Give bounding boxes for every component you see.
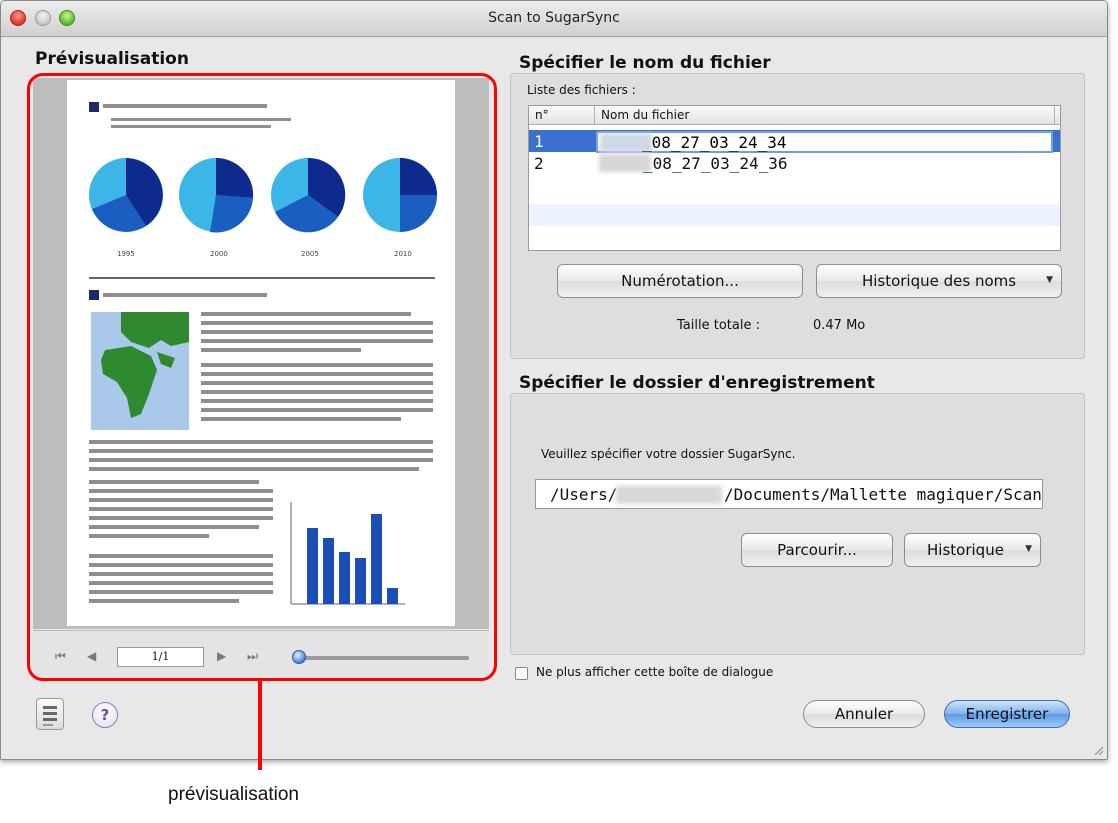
preview-section-title: Prévisualisation (35, 49, 189, 69)
folder-history-label: Historique (927, 541, 1004, 559)
file-list-table[interactable]: n° Nom du fichier 1 _08_27_03_24_34 2 _0… (528, 105, 1061, 251)
path-start: /Users/ (550, 485, 618, 504)
file-row-2-number: 2 (534, 154, 544, 173)
preview-callout-frame (27, 73, 497, 681)
browse-button[interactable]: Parcourir... (741, 533, 893, 567)
dont-show-again-checkbox[interactable] (515, 667, 528, 680)
file-row-2-name: _08_27_03_24_36 (643, 154, 788, 173)
chevron-down-icon: ▼ (1025, 544, 1032, 554)
total-size-label: Taille totale : (677, 318, 760, 333)
dialog-window: Scan to SugarSync Prévisualisation 1995 … (0, 0, 1108, 760)
path-end: /Documents/Mallette magiquer/ScanS (724, 485, 1043, 504)
window-title: Scan to SugarSync (488, 10, 620, 26)
total-size-value: 0.47 Mo (813, 318, 866, 333)
column-number-header[interactable]: n° (535, 108, 549, 122)
folder-path-field[interactable]: /Users/ /Documents/Mallette magiquer/Sca… (535, 479, 1043, 509)
file-row-1-number: 1 (534, 132, 544, 151)
sidebar-toggle-button[interactable] (36, 698, 64, 730)
folder-instruction: Veuillez spécifier votre dossier SugarSy… (541, 447, 796, 461)
file-row-2[interactable]: 2 _08_27_03_24_36 (529, 152, 1060, 174)
folder-group (510, 393, 1085, 655)
column-name-header[interactable]: Nom du fichier (601, 108, 689, 122)
resize-grip-icon[interactable] (1093, 745, 1103, 755)
save-button[interactable]: Enregistrer (944, 700, 1070, 728)
file-row-1[interactable]: 1 _08_27_03_24_34 (529, 130, 1060, 153)
chevron-down-icon: ▼ (1046, 275, 1053, 285)
folder-history-dropdown[interactable]: Historique ▼ (904, 533, 1041, 567)
file-list-header: n° Nom du fichier (529, 106, 1060, 125)
dont-show-again-label: Ne plus afficher cette boîte de dialogue (536, 665, 774, 679)
file-name-edit-field[interactable]: _08_27_03_24_34 (596, 131, 1053, 153)
file-row-empty (529, 204, 1060, 226)
numbering-button[interactable]: Numérotation... (557, 264, 803, 298)
callout-label: prévisualisation (168, 784, 299, 805)
cancel-button[interactable]: Annuler (803, 700, 925, 728)
callout-line (258, 680, 262, 770)
file-row-1-name: _08_27_03_24_34 (642, 133, 787, 152)
name-history-dropdown[interactable]: Historique des noms ▼ (816, 264, 1062, 298)
folder-section-title: Spécifier le dossier d'enregistrement (519, 373, 875, 393)
file-list-label: Liste des fichiers : (527, 83, 636, 97)
filename-section-title: Spécifier le nom du fichier (519, 53, 771, 73)
help-icon[interactable]: ? (92, 702, 118, 728)
title-bar: Scan to SugarSync (1, 1, 1107, 37)
list-icon (43, 706, 57, 726)
name-history-label: Historique des noms (861, 272, 1017, 290)
